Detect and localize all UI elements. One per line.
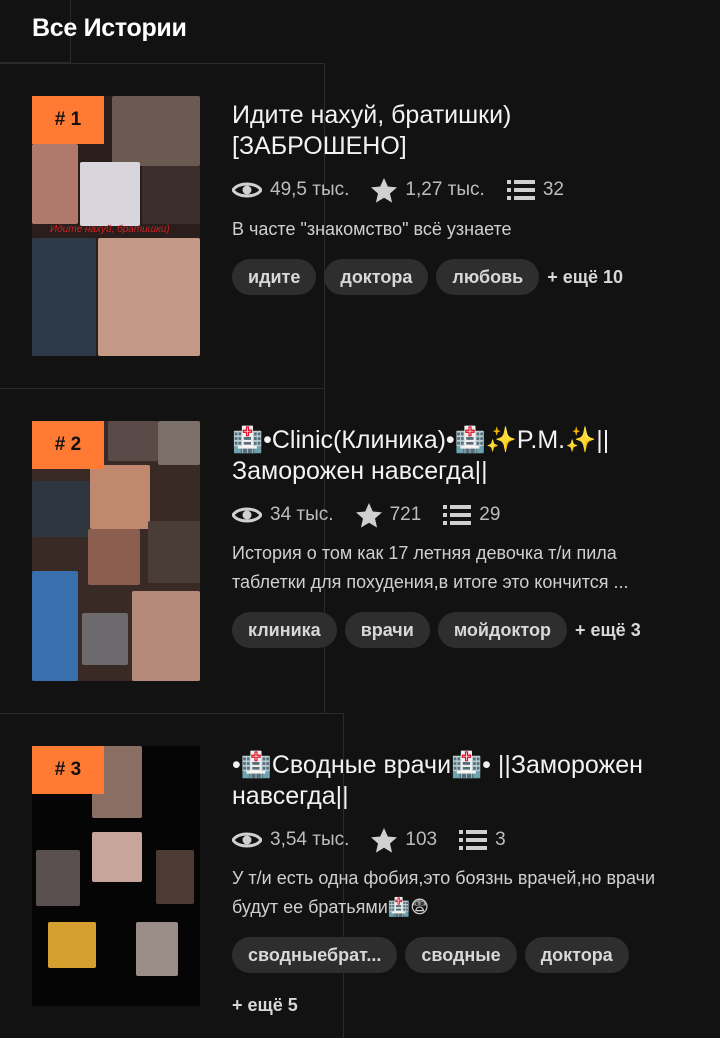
cover-caption: Идите нахуй, братишки) [50, 224, 170, 235]
views-stat: 34 тыс. [232, 504, 334, 526]
rank-badge: # 1 [32, 96, 104, 144]
story-description: В часте "знакомство" всё узнаете [232, 219, 512, 239]
tag-pill[interactable]: любовь [436, 259, 540, 295]
tag-list: сводныебрат... сводные доктора + ещё 5 [232, 937, 702, 1037]
parts-stat: 32 [506, 179, 564, 201]
eye-icon [232, 182, 262, 198]
story-title[interactable]: Идите нахуй, братишки) [ЗАБРОШЕНО] [232, 100, 692, 162]
tag-pill[interactable]: клиника [232, 612, 337, 648]
parts-stat: 3 [459, 829, 506, 851]
rank-badge: # 3 [32, 746, 104, 794]
tag-pill[interactable]: врачи [344, 612, 430, 648]
tag-pill[interactable]: доктора [524, 937, 629, 973]
story-stats: 49,5 тыс. 1,27 тыс. 32 [232, 174, 586, 206]
more-tags-link[interactable]: + ещё 5 [232, 987, 298, 1023]
story-stats: 34 тыс. 721 29 [232, 499, 522, 531]
tag-pill[interactable]: сводные [405, 937, 517, 973]
tag-pill[interactable]: мойдоктор [437, 612, 567, 648]
stories-page: Все Истории # 1 Идите нахуй, братишки) И… [0, 0, 720, 1038]
eye-icon [232, 507, 262, 523]
views-count: 34 тыс. [270, 504, 334, 525]
rank-badge: # 2 [32, 421, 104, 469]
story-description: У т/и есть одна фобия,это боязнь врачей,… [232, 868, 656, 917]
views-stat: 49,5 тыс. [232, 179, 349, 201]
story-stats: 3,54 тыс. 103 3 [232, 824, 528, 856]
views-count: 3,54 тыс. [270, 829, 350, 850]
tag-pill[interactable]: идите [232, 259, 317, 295]
eye-icon [232, 832, 262, 848]
parts-count: 3 [495, 829, 506, 850]
tag-list: клиника врачи мойдоктор + ещё 3 [232, 612, 702, 662]
list-icon [443, 505, 472, 525]
views-stat: 3,54 тыс. [232, 829, 349, 851]
tag-list: идите доктора любовь + ещё 10 [232, 259, 702, 309]
more-tags-link[interactable]: + ещё 10 [547, 259, 623, 295]
votes-count: 103 [405, 829, 438, 850]
page-title: Все Истории [32, 14, 187, 42]
story-description: История о том как 17 летняя девочка т/и … [232, 543, 629, 592]
more-tags-link[interactable]: + ещё 3 [575, 612, 641, 648]
parts-stat: 29 [443, 504, 500, 526]
star-icon [371, 827, 398, 853]
list-icon [506, 180, 535, 200]
votes-count: 721 [389, 504, 422, 525]
views-count: 49,5 тыс. [270, 179, 350, 200]
story-title[interactable]: 🏥•Clinic(Клиника)•🏥✨P.M.✨|| Заморожен на… [232, 425, 692, 487]
votes-stat: 103 [371, 827, 438, 853]
votes-count: 1,27 тыс. [405, 179, 485, 200]
story-title[interactable]: •🏥Сводные врачи🏥• ||Заморожен навсегда|| [232, 750, 692, 812]
votes-stat: 1,27 тыс. [371, 177, 485, 203]
list-icon [459, 830, 488, 850]
tag-pill[interactable]: сводныебрат... [232, 937, 398, 973]
story-cover[interactable]: # 2 [32, 421, 200, 681]
parts-count: 29 [479, 504, 501, 525]
star-icon [371, 177, 398, 203]
story-cover[interactable]: # 3 [32, 746, 200, 1006]
tag-pill[interactable]: доктора [324, 259, 429, 295]
votes-stat: 721 [355, 502, 422, 528]
parts-count: 32 [542, 179, 564, 200]
story-cover[interactable]: # 1 Идите нахуй, братишки) [32, 96, 200, 356]
star-icon [355, 502, 382, 528]
